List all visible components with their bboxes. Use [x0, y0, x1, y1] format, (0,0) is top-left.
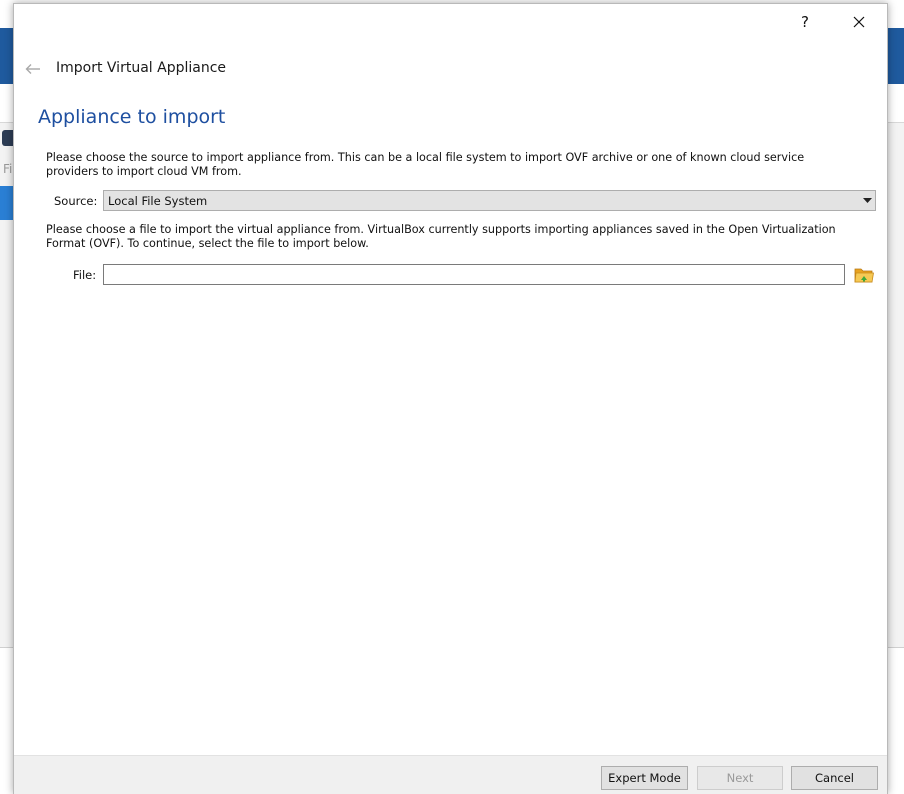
source-dropdown[interactable]: Local File System [103, 190, 876, 211]
import-appliance-dialog: ? Import Virtual Appliance Appliance to … [13, 3, 888, 794]
back-button[interactable] [22, 58, 44, 80]
background-sidebar-text: Fi [3, 162, 13, 176]
source-description: Please choose the source to import appli… [46, 151, 805, 178]
wizard-title: Import Virtual Appliance [56, 60, 227, 76]
page-title: Appliance to import [38, 106, 226, 128]
close-icon [853, 16, 865, 28]
next-button[interactable]: Next [697, 766, 783, 790]
close-button[interactable] [836, 8, 882, 36]
screen: Fi ? Import Virtual Appliance Appliance … [0, 0, 904, 794]
file-description: Please choose a file to import the virtu… [46, 223, 836, 250]
file-path-input[interactable] [103, 264, 845, 285]
help-button[interactable]: ? [784, 8, 826, 36]
back-arrow-icon [25, 64, 40, 74]
background-selected-item [0, 186, 14, 220]
virtualbox-logo-icon [2, 130, 13, 146]
file-label: File: [73, 268, 97, 282]
expert-mode-button[interactable]: Expert Mode [601, 766, 688, 790]
dropdown-arrow-icon [863, 196, 872, 205]
source-label: Source: [54, 194, 98, 208]
button-bar: Expert Mode Next Cancel [14, 755, 887, 794]
browse-file-button[interactable] [853, 264, 875, 286]
source-selected-value: Local File System [108, 194, 208, 208]
wizard-header: Import Virtual Appliance [14, 52, 887, 88]
title-bar: ? [14, 4, 887, 40]
folder-open-icon [854, 268, 874, 283]
cancel-button[interactable]: Cancel [791, 766, 878, 790]
